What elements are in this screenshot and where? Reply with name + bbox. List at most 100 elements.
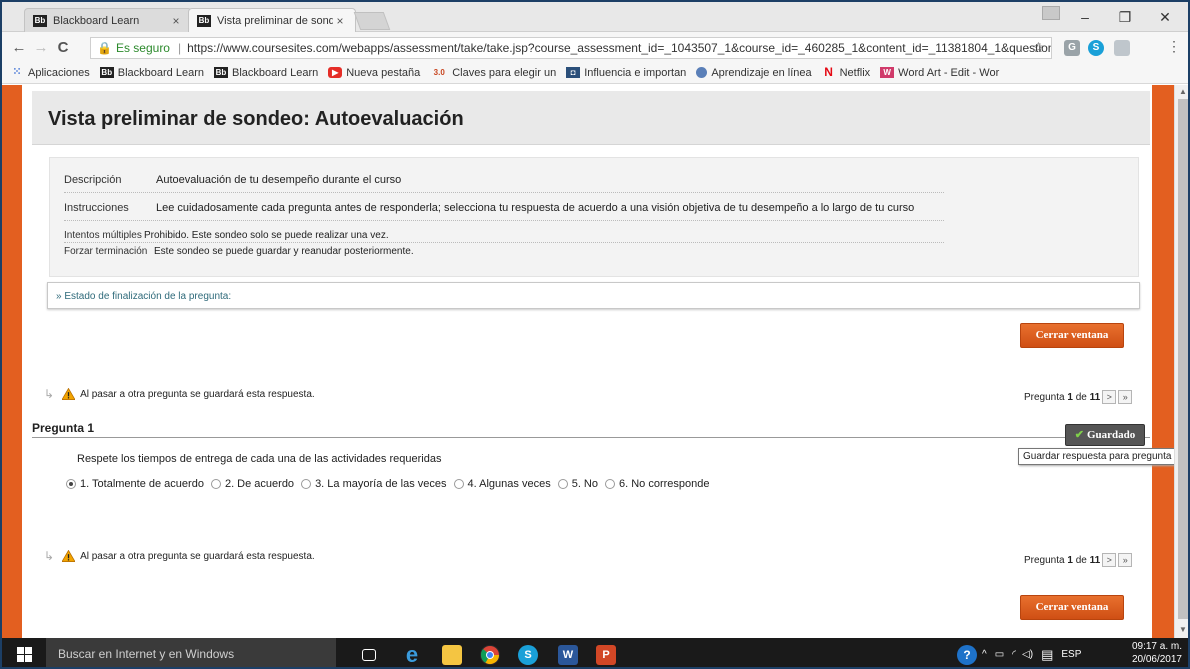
- last-page-button[interactable]: »: [1118, 390, 1133, 404]
- chevron-up-icon[interactable]: ^: [982, 649, 987, 660]
- taskbar-search-input[interactable]: Buscar en Internet y en Windows: [46, 638, 336, 667]
- system-tray: ^ ▭ ◜ ◁) ▤ ESP: [982, 638, 1081, 667]
- warning-text: Al pasar a otra pregunta se guardará est…: [80, 550, 315, 562]
- divider: [64, 192, 944, 193]
- bookmark-label: Nueva pestaña: [346, 66, 421, 79]
- bookmark-apps[interactable]: ⁙ Aplicaciones: [10, 67, 89, 79]
- info-row-forzar: Forzar terminación Este sondeo se puede …: [64, 246, 414, 257]
- bookmark-word-art[interactable]: W Word Art - Edit - Wor: [880, 67, 999, 79]
- info-row-descripcion: Descripción Autoevaluación de tu desempe…: [64, 174, 401, 186]
- windows-start-button[interactable]: [2, 638, 46, 667]
- close-window-button[interactable]: Cerrar ventana: [1020, 595, 1124, 620]
- blackboard-icon: Bb: [99, 67, 114, 78]
- tab-vista-preliminar[interactable]: Bb Vista preliminar de sondeo ×: [188, 8, 356, 32]
- wifi-icon[interactable]: ◜: [1012, 649, 1016, 660]
- next-page-button[interactable]: >: [1102, 553, 1117, 567]
- forward-button[interactable]: →: [30, 39, 52, 56]
- answer-options: 1. Totalmente de acuerdo 2. De acuerdo 3…: [66, 478, 717, 490]
- powerpoint-icon[interactable]: P: [596, 645, 616, 665]
- pagination-current: 1: [1067, 391, 1073, 403]
- address-bar[interactable]: 🔒 Es seguro | https://www.coursesites.co…: [90, 37, 1052, 59]
- radio-button[interactable]: [453, 479, 464, 489]
- windows-logo-icon: [16, 647, 32, 662]
- system-clock[interactable]: 09:17 a. m. 20/06/2017: [1122, 640, 1182, 666]
- bookmark-blackboard-1[interactable]: Bb Blackboard Learn: [99, 67, 204, 79]
- bookmark-star-icon[interactable]: ☆: [1032, 39, 1045, 56]
- next-page-button[interactable]: >: [1102, 390, 1117, 404]
- bookmark-label: Aprendizaje en línea: [711, 66, 812, 79]
- save-warning-bottom: ↳ Al pasar a otra pregunta se guardará e…: [44, 549, 315, 563]
- info-value: Prohibido. Este sondeo solo se puede rea…: [144, 230, 389, 241]
- last-page-button[interactable]: »: [1118, 553, 1133, 567]
- skype-extension-icon[interactable]: S: [1088, 40, 1104, 56]
- netflix-icon: N: [824, 65, 833, 79]
- radio-button[interactable]: [557, 479, 568, 489]
- radio-button[interactable]: [605, 479, 615, 489]
- word-icon[interactable]: W: [558, 645, 578, 665]
- browser-menu-icon[interactable]: ⋮: [1167, 38, 1181, 55]
- warning-icon: [62, 388, 76, 400]
- orange-frame-right: [1152, 85, 1174, 638]
- question-text: Respete los tiempos de entrega de cada u…: [77, 453, 442, 465]
- file-explorer-icon[interactable]: [442, 645, 462, 665]
- close-window-button[interactable]: ✕: [1142, 2, 1188, 32]
- bookmark-netflix[interactable]: N Netflix: [822, 65, 870, 79]
- pagination-of: de: [1075, 391, 1087, 403]
- option-3[interactable]: 3. La mayoría de las veces: [301, 478, 447, 490]
- page-scrollbar[interactable]: ▲ ▼: [1174, 85, 1188, 638]
- tab-close-icon[interactable]: ×: [169, 14, 183, 28]
- option-2[interactable]: 2. De acuerdo: [210, 478, 295, 490]
- assessment-content: Vista preliminar de sondeo: Autoevaluaci…: [22, 85, 1152, 638]
- bookmark-claves[interactable]: 3.0 Claves para elegir un: [430, 67, 557, 79]
- pagination-top: Pregunta 1 de 11 > »: [1024, 390, 1133, 404]
- bookmark-nueva-pestana[interactable]: ▶ Nueva pestaña: [328, 67, 420, 79]
- scroll-down-icon[interactable]: ▼: [1179, 625, 1187, 634]
- bookmark-influencia[interactable]: ◘ Influencia e importan: [566, 67, 686, 79]
- question-completion-status[interactable]: » Estado de finalización de la pregunta:: [47, 282, 1140, 309]
- option-label: 2. De acuerdo: [224, 478, 295, 490]
- tab-close-icon[interactable]: ×: [333, 14, 347, 28]
- scrollbar-thumb[interactable]: [1178, 99, 1188, 619]
- extension-icon[interactable]: G: [1064, 40, 1080, 56]
- info-label: Intentos múltiples: [64, 230, 142, 241]
- radio-button[interactable]: [301, 479, 312, 489]
- page-header: Vista preliminar de sondeo: Autoevaluaci…: [32, 91, 1150, 145]
- task-view-icon[interactable]: [362, 649, 376, 661]
- chrome-icon[interactable]: [480, 645, 500, 665]
- screen: Bb Blackboard Learn × Bb Vista prelimina…: [0, 0, 1190, 669]
- back-button[interactable]: ←: [8, 39, 30, 56]
- pagination-current: 1: [1067, 554, 1073, 566]
- info-label: Forzar terminación: [64, 246, 148, 257]
- pagination-bottom: Pregunta 1 de 11 > »: [1024, 553, 1133, 567]
- radio-button[interactable]: [210, 479, 221, 489]
- bookmark-aprendizaje[interactable]: Aprendizaje en línea: [696, 66, 812, 79]
- question-title: Pregunta 1: [32, 421, 95, 435]
- option-6[interactable]: 6. No corresponde: [605, 478, 710, 490]
- option-1[interactable]: 1. Totalmente de acuerdo: [66, 478, 204, 490]
- orange-frame-left: [2, 85, 22, 638]
- option-label: 4. Algunas veces: [467, 478, 551, 490]
- volume-icon[interactable]: ◁): [1022, 649, 1033, 660]
- profile-icon[interactable]: [1042, 6, 1060, 20]
- save-answer-button[interactable]: ✔ Guardado: [1065, 424, 1145, 446]
- language-indicator[interactable]: ESP: [1061, 649, 1081, 660]
- bookmark-label: Blackboard Learn: [232, 66, 319, 79]
- claves-icon: 3.0: [433, 68, 445, 77]
- bookmark-blackboard-2[interactable]: Bb Blackboard Learn: [214, 67, 318, 79]
- new-tab-button[interactable]: [353, 12, 391, 30]
- edge-icon[interactable]: e: [402, 644, 422, 666]
- reload-button[interactable]: C: [52, 39, 74, 56]
- close-window-button[interactable]: Cerrar ventana: [1020, 323, 1124, 348]
- help-icon[interactable]: ?: [957, 645, 977, 665]
- option-label: 6. No corresponde: [619, 478, 710, 490]
- skype-icon[interactable]: S: [518, 645, 538, 665]
- battery-icon[interactable]: ▭: [995, 649, 1004, 660]
- extension-icon[interactable]: [1114, 40, 1130, 56]
- info-row-intentos: Intentos múltiples Prohibido. Este sonde…: [64, 230, 389, 241]
- option-5[interactable]: 5. No: [557, 478, 598, 490]
- tab-blackboard-learn[interactable]: Bb Blackboard Learn ×: [24, 8, 192, 32]
- option-4[interactable]: 4. Algunas veces: [453, 478, 551, 490]
- scroll-up-icon[interactable]: ▲: [1179, 87, 1187, 96]
- notifications-icon[interactable]: ▤: [1041, 647, 1053, 663]
- radio-button[interactable]: [66, 479, 76, 489]
